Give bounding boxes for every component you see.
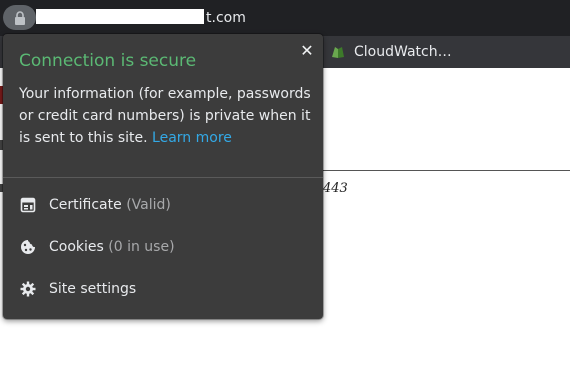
url-suffix: t.com [206,10,246,26]
address-bar[interactable]: t.com [36,9,246,27]
bookmark-label: CloudWatch… [354,44,452,60]
port-text: 443 [323,181,348,196]
cookies-row[interactable]: Cookies (0 in use) [3,227,323,267]
browser-toolbar: t.com [0,0,570,36]
site-settings-row[interactable]: Site settings [3,269,323,309]
connection-description: Your information (for example, passwords… [19,83,315,149]
certificate-label: Certificate [49,197,122,213]
site-info-button[interactable] [3,5,36,30]
site-info-popup: ✕ Connection is secure Your information … [3,34,323,319]
redacted-url-part [36,9,204,24]
learn-more-link[interactable]: Learn more [152,130,232,146]
close-button[interactable]: ✕ [297,40,317,60]
close-icon: ✕ [300,40,314,60]
certificate-row[interactable]: Certificate (Valid) [3,185,323,225]
divider [3,177,323,178]
connection-status-title: Connection is secure [19,51,197,71]
cookies-label: Cookies [49,239,104,255]
cookies-status: (0 in use) [108,239,175,255]
cookie-icon [19,238,37,256]
gear-icon [19,280,37,298]
certificate-status: (Valid) [126,197,171,213]
site-settings-label: Site settings [49,281,137,297]
page-divider [323,170,570,171]
lock-icon [14,10,25,25]
bookmark-cloudwatch[interactable]: CloudWatch… [330,42,452,62]
cloudwatch-icon [332,47,344,58]
certificate-icon [19,196,37,214]
